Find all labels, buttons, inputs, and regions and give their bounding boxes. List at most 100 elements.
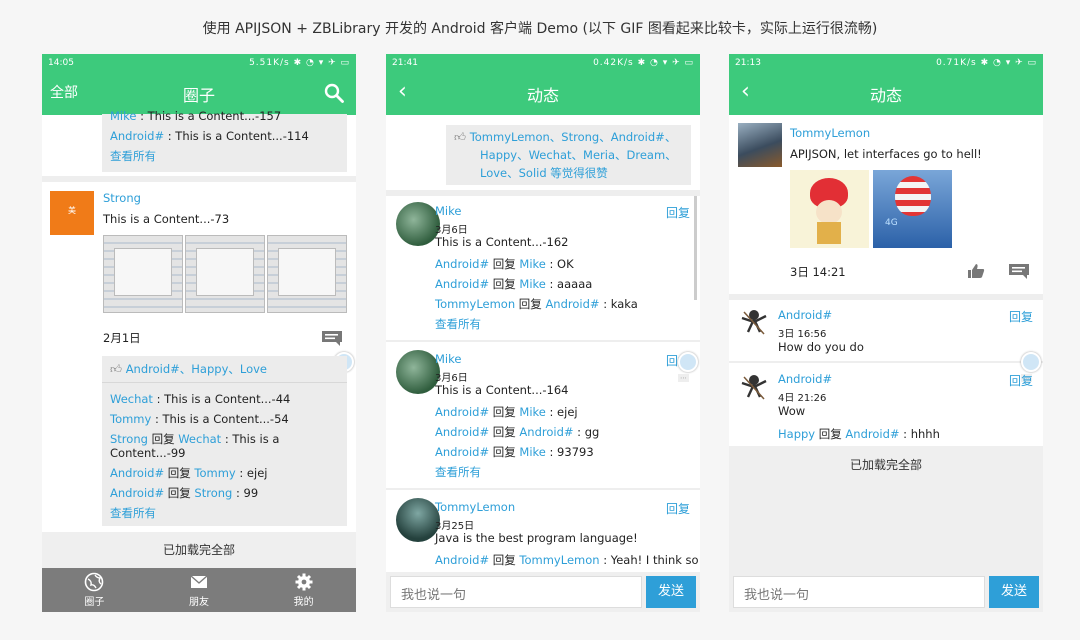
comment-user[interactable]: Android#	[435, 277, 489, 291]
post-image[interactable]	[790, 170, 869, 248]
avatar[interactable]	[738, 123, 782, 167]
comment-icon[interactable]	[1008, 263, 1030, 279]
reply-button[interactable]: 回复	[1009, 308, 1033, 325]
comment-username[interactable]: Android#	[778, 308, 832, 322]
avatar[interactable]	[396, 202, 440, 246]
avatar[interactable]: 美	[50, 191, 94, 235]
divider	[386, 190, 700, 196]
send-button[interactable]: 发送	[646, 576, 696, 608]
search-icon[interactable]	[324, 83, 344, 103]
status-time: 14:05	[48, 58, 74, 68]
comment-user[interactable]: Android#	[435, 257, 489, 271]
comment-input[interactable]: 我也说一句	[733, 576, 985, 608]
post-image[interactable]	[185, 235, 265, 313]
comment-user[interactable]: Android#	[845, 427, 899, 441]
comment-input[interactable]: 我也说一句	[390, 576, 642, 608]
comment-text: : gg	[573, 425, 600, 439]
comment-text: : 99	[232, 486, 259, 500]
comment-user[interactable]: Mike	[519, 257, 545, 271]
status-time: 21:13	[735, 58, 761, 68]
comment-text: : ejej	[545, 405, 578, 419]
comment-username[interactable]: Mike	[435, 352, 461, 366]
comment-user[interactable]: Strong	[110, 432, 148, 446]
comment-user[interactable]: Happy	[778, 427, 815, 441]
comment-content: Java is the best program language!	[435, 531, 638, 545]
post-username[interactable]: TommyLemon	[790, 126, 870, 140]
reply-button[interactable]: 回复	[666, 204, 690, 221]
comment-text: : 93793	[545, 445, 594, 459]
tab-circle[interactable]: 圈子	[42, 568, 147, 612]
post-image[interactable]	[267, 235, 347, 313]
likes-users[interactable]: Love、Solid	[480, 166, 547, 180]
tab-me[interactable]: 我的	[251, 568, 356, 612]
comment-user[interactable]: TommyLemon	[435, 297, 515, 311]
likes-line: 👍︎ TommyLemon、Strong、Android#、	[454, 128, 683, 146]
comment-text: : ejej	[235, 466, 268, 480]
comment-user[interactable]: TommyLemon	[519, 553, 599, 567]
likes-users[interactable]: Android#、Happy、Love	[126, 362, 267, 376]
reply-button[interactable]: 回复	[666, 500, 690, 517]
post-image[interactable]	[103, 235, 183, 313]
phone-moment-screen: 21:13 0.71K/s ✱ ◔ ▾ ✈ ▭ ‹ 动态 TommyLemon …	[729, 54, 1043, 612]
comment-icon[interactable]	[321, 330, 343, 346]
comment-text: : kaka	[599, 297, 638, 311]
page-title: 动态	[526, 85, 559, 105]
comment-username[interactable]: TommyLemon	[435, 500, 515, 514]
comment-content: This is a Content...-162	[435, 235, 569, 249]
post-image[interactable]: 4G	[873, 170, 952, 248]
back-arrow-icon[interactable]: ‹	[741, 80, 750, 104]
comment-user[interactable]: Wechat	[110, 392, 153, 406]
comment-user[interactable]: Android#	[435, 553, 489, 567]
likes-users[interactable]: TommyLemon、Strong、Android#、	[470, 130, 677, 144]
avatar[interactable]	[738, 306, 770, 338]
load-complete-label: 已加载完全部	[42, 532, 356, 568]
comment-text: : This is a Content...-44	[152, 392, 291, 406]
float-button[interactable]	[1021, 352, 1041, 372]
comment-user[interactable]: Mike	[519, 445, 545, 459]
comment-user[interactable]: Android#	[545, 297, 599, 311]
thumb-up-icon: 👍︎	[110, 362, 123, 376]
back-arrow-icon[interactable]: ‹	[398, 80, 407, 104]
comment-user[interactable]: Tommy	[110, 412, 151, 426]
mail-icon	[190, 575, 208, 588]
comment-user[interactable]: Android#	[110, 486, 164, 500]
comment-user[interactable]: Wechat	[178, 432, 221, 446]
send-button[interactable]: 发送	[989, 576, 1039, 608]
filter-all-button[interactable]: 全部	[50, 82, 78, 102]
comment-user[interactable]: Mike	[519, 405, 545, 419]
view-all-link[interactable]: 查看所有	[110, 503, 339, 523]
post-date: 3日 14:21	[790, 265, 846, 279]
comment-user[interactable]: Mike	[519, 277, 545, 291]
view-all-link[interactable]: 查看所有	[110, 146, 339, 166]
comment-username[interactable]: Mike	[435, 204, 461, 218]
comment-user[interactable]: Tommy	[194, 466, 235, 480]
comment-user[interactable]: Android#	[435, 405, 489, 419]
comment-user[interactable]: Android#	[110, 466, 164, 480]
view-all-link[interactable]: 查看所有	[435, 462, 695, 482]
comment-date: 3月25日	[435, 521, 475, 532]
comment-user[interactable]: Mike	[110, 109, 136, 123]
comment-username[interactable]: Android#	[778, 372, 832, 386]
comment-user[interactable]: Strong	[194, 486, 232, 500]
avatar[interactable]	[738, 371, 770, 403]
comment-text: : hhhh	[899, 427, 940, 441]
tab-friends[interactable]: 朋友	[147, 568, 252, 612]
comment-user[interactable]: Android#	[519, 425, 573, 439]
reply-button[interactable]: 回复	[1009, 372, 1033, 389]
comment-user[interactable]: Android#	[435, 425, 489, 439]
likes-users[interactable]: Happy、Wechat、Meria、Dream、	[454, 146, 683, 164]
reply-word: 回复	[147, 432, 179, 446]
avatar[interactable]	[396, 498, 440, 542]
like-icon[interactable]	[967, 263, 985, 279]
scrollbar[interactable]	[694, 196, 697, 300]
float-button[interactable]	[678, 352, 698, 372]
avatar[interactable]	[396, 350, 440, 394]
comment-user[interactable]: Android#	[110, 129, 164, 143]
comment-input-bar: 我也说一句 发送	[386, 572, 700, 612]
view-all-link[interactable]: 查看所有	[435, 314, 695, 334]
status-bar: 21:13 0.71K/s ✱ ◔ ▾ ✈ ▭	[729, 54, 1043, 72]
post-username[interactable]: Strong	[103, 191, 141, 205]
comment-content: Wow	[778, 404, 806, 418]
reply-line: Android# 回复 Mike : ejej	[435, 402, 695, 422]
comment-user[interactable]: Android#	[435, 445, 489, 459]
